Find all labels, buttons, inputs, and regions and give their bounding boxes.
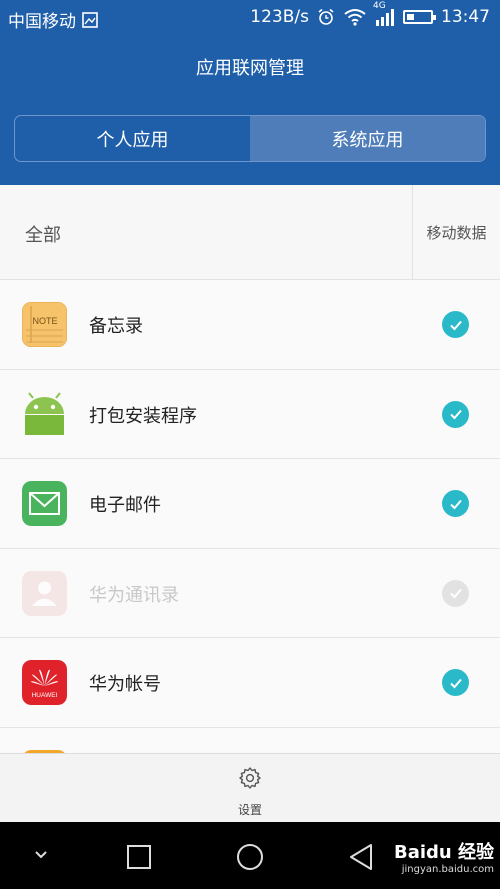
carrier-name: 中国移动 bbox=[8, 12, 76, 32]
app-name: 华为帐号 bbox=[89, 674, 161, 695]
note-icon: NOTE bbox=[22, 302, 67, 347]
list-item: NOTE 备忘录 bbox=[0, 280, 500, 370]
mobile-data-checkbox[interactable] bbox=[442, 400, 469, 428]
wifi-icon bbox=[344, 9, 366, 26]
huawei-icon: HUAWEI bbox=[22, 660, 67, 705]
tab-personal-apps[interactable]: 个人应用 bbox=[15, 116, 250, 161]
status-left: 中国移动 bbox=[8, 7, 98, 32]
check-icon bbox=[449, 409, 462, 420]
svg-text:HUAWEI: HUAWEI bbox=[32, 692, 58, 699]
recent-apps-icon[interactable] bbox=[126, 844, 152, 870]
mobile-data-checkbox[interactable] bbox=[442, 669, 469, 696]
bottom-toolbar: 设置 bbox=[0, 753, 500, 822]
select-all-label[interactable]: 全部 bbox=[25, 221, 61, 247]
list-item: 电子邮件 bbox=[0, 459, 500, 549]
app-name: 华为通讯录 bbox=[89, 584, 179, 606]
check-icon bbox=[449, 499, 462, 509]
network-type: 4G bbox=[373, 1, 386, 11]
app-name: 电子邮件 bbox=[89, 495, 161, 516]
mobile-data-checkbox[interactable] bbox=[442, 490, 469, 517]
check-icon bbox=[449, 678, 462, 688]
check-icon bbox=[449, 320, 462, 330]
android-icon bbox=[25, 391, 64, 435]
battery-icon bbox=[403, 10, 436, 24]
list-item: HUAWEI 华为帐号 bbox=[0, 638, 500, 728]
mobile-data-column-header[interactable]: 移动数据 bbox=[412, 185, 500, 280]
app-name: 备忘录 bbox=[89, 316, 143, 337]
tab-label: 系统应用 bbox=[331, 129, 404, 151]
home-icon[interactable] bbox=[235, 842, 265, 872]
svg-text:NOTE: NOTE bbox=[32, 316, 57, 326]
network-speed: 123B/s bbox=[250, 7, 309, 27]
check-icon bbox=[449, 588, 462, 599]
gear-icon bbox=[239, 767, 261, 789]
status-bar: 中国移动 123B/s 4G 13:47 bbox=[0, 0, 500, 36]
settings-button[interactable]: 设置 bbox=[220, 764, 280, 820]
clock: 13:47 bbox=[441, 7, 490, 27]
tab-group: 个人应用 系统应用 bbox=[14, 115, 486, 162]
image-notification-icon bbox=[82, 11, 98, 28]
mobile-data-checkbox[interactable] bbox=[442, 311, 469, 338]
chevron-down-icon[interactable] bbox=[32, 848, 50, 862]
list-header: 全部 移动数据 bbox=[0, 185, 500, 280]
baidu-jingyan-watermark: Baidu 经验 jingyan.baidu.com bbox=[393, 842, 494, 875]
navigation-bar: Baidu 经验 jingyan.baidu.com bbox=[0, 822, 500, 889]
app-name: 打包安装程序 bbox=[89, 405, 197, 427]
signal-indicator: 4G bbox=[373, 1, 395, 26]
back-icon[interactable] bbox=[347, 842, 375, 872]
list-item: 打包安装程序 bbox=[0, 370, 500, 459]
tab-label: 个人应用 bbox=[96, 129, 169, 151]
list-item bbox=[0, 728, 500, 754]
alarm-icon bbox=[318, 8, 334, 25]
app-header: 中国移动 123B/s 4G 13:47 应用联网管理 个人应用 系统应用 bbox=[0, 0, 500, 185]
status-right: 123B/s 4G 13:47 bbox=[250, 1, 490, 27]
app-list: NOTE 备忘录 打包安装程序 电子邮件 华为通讯录 HUAWEI 华为帐号 bbox=[0, 280, 500, 754]
mail-icon bbox=[22, 481, 67, 526]
page-title: 应用联网管理 bbox=[196, 58, 304, 79]
tab-system-apps[interactable]: 系统应用 bbox=[250, 116, 485, 161]
mobile-data-checkbox bbox=[442, 579, 469, 607]
settings-label: 设置 bbox=[237, 803, 262, 817]
list-item: 华为通讯录 bbox=[0, 549, 500, 638]
contacts-icon bbox=[22, 570, 67, 616]
